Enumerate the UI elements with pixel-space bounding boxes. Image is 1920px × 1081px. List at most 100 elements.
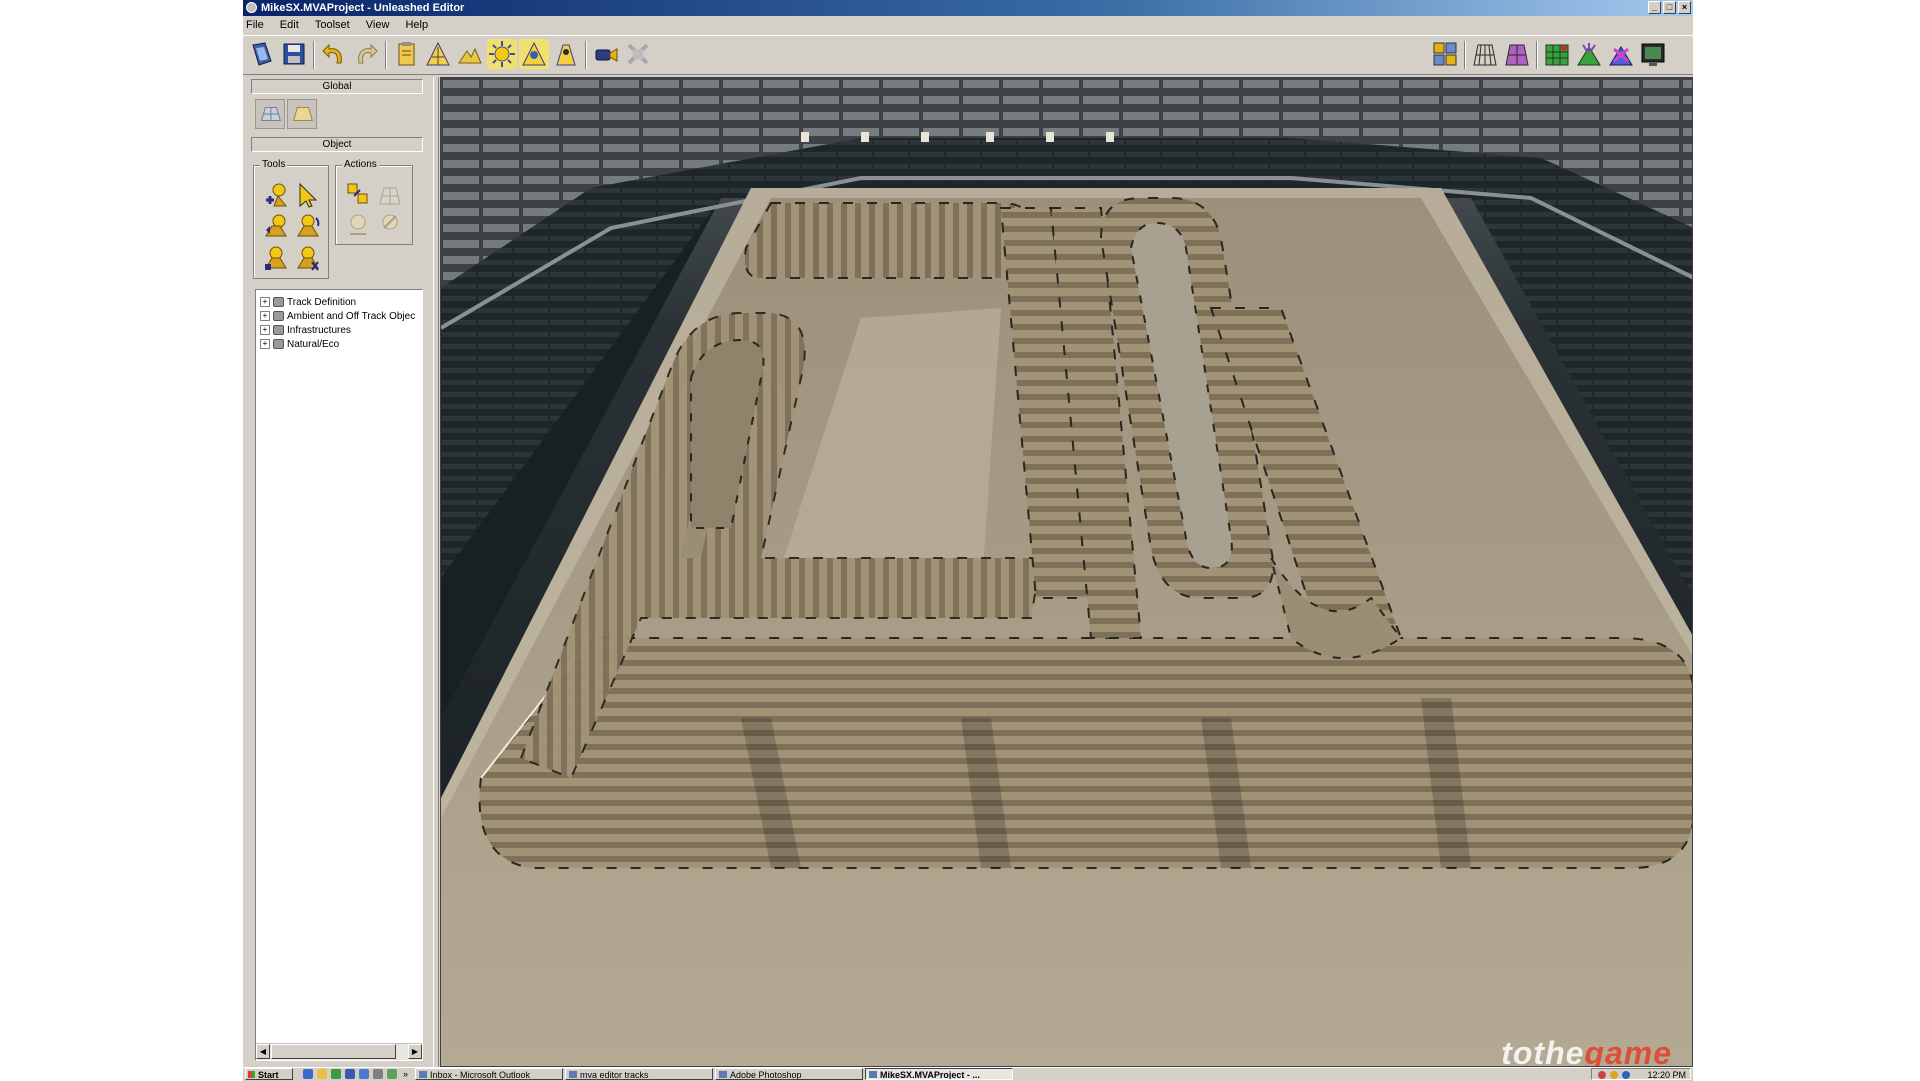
task-unleashed-editor[interactable]: MikeSX.MVAProject - ... [865, 1068, 1013, 1080]
rotate-object-icon [297, 214, 320, 237]
grid-layout-button[interactable] [1430, 39, 1460, 69]
group-icon [350, 214, 366, 235]
app-icon[interactable] [246, 2, 257, 13]
actions-group-label: Actions [342, 159, 379, 170]
object-mode-button[interactable] [519, 39, 549, 69]
clock[interactable]: 12:20 PM [1647, 1069, 1686, 1081]
move-object-tool[interactable] [262, 212, 290, 240]
save-button[interactable] [279, 39, 309, 69]
quicklaunch-overflow[interactable]: » [403, 1068, 408, 1080]
collision-view-button[interactable] [1542, 39, 1572, 69]
watermark-part1: tothe [1501, 1035, 1585, 1067]
tree-item-track-definition[interactable]: + Track Definition [260, 296, 356, 310]
menu-help[interactable]: Help [405, 19, 428, 31]
tree-item-ambient-objects[interactable]: + Ambient and Off Track Objec [260, 310, 415, 324]
expand-icon[interactable]: + [260, 325, 270, 336]
taskbar: Start » Inbox - Microsoft Outlook mva ed… [243, 1067, 1693, 1081]
textured-view-icon [1505, 44, 1529, 66]
expand-icon[interactable]: + [260, 339, 270, 350]
global-grid-button[interactable] [255, 99, 285, 129]
menu-toolset[interactable]: Toolset [315, 19, 350, 31]
excel-quicklaunch-icon[interactable] [331, 1069, 341, 1079]
tree-item-infrastructures[interactable]: + Infrastructures [260, 324, 351, 338]
group-action[interactable] [344, 210, 372, 238]
clipboard-button[interactable] [391, 39, 421, 69]
disabled-tool-button[interactable] [623, 39, 653, 69]
collision-icon [1545, 44, 1569, 66]
global-section-header[interactable]: Global [251, 79, 423, 94]
textured-view-button[interactable] [1502, 39, 1532, 69]
media-quicklaunch-icon[interactable] [373, 1069, 383, 1079]
tools-group: Tools [253, 159, 329, 279]
maximize-button[interactable]: □ [1663, 1, 1676, 14]
grid-layout-icon [1433, 42, 1457, 66]
object-section-header[interactable]: Object [251, 137, 423, 152]
effects-view-button[interactable] [1606, 39, 1636, 69]
panel-splitter[interactable] [433, 77, 439, 1067]
snap-grid-icon [379, 187, 401, 205]
object-tree: + Track Definition + Ambient and Off Track… [255, 289, 423, 1061]
task-outlook[interactable]: Inbox - Microsoft Outlook [415, 1068, 563, 1080]
tray-icon[interactable] [1610, 1071, 1618, 1079]
redo-button[interactable] [351, 39, 381, 69]
save-icon [283, 43, 305, 65]
system-tray: 12:20 PM [1591, 1068, 1691, 1080]
desktop-quicklaunch-icon[interactable] [387, 1069, 397, 1079]
wireframe-button[interactable] [1470, 39, 1500, 69]
menu-file[interactable]: File [246, 19, 264, 31]
terrain-button[interactable] [455, 39, 485, 69]
3d-viewport[interactable]: tothegame [440, 77, 1693, 1067]
add-object-tool[interactable] [262, 180, 290, 208]
scale-object-icon [265, 246, 287, 270]
rotate-object-tool[interactable] [294, 212, 322, 240]
select-tool[interactable] [294, 180, 322, 208]
title-bar[interactable]: MikeSX.MVAProject - Unleashed Editor _ □… [243, 0, 1693, 16]
actions-group: Actions [335, 159, 413, 245]
expand-icon[interactable]: + [260, 311, 270, 322]
rider-button[interactable] [551, 39, 581, 69]
minimize-button[interactable]: _ [1648, 1, 1661, 14]
ungroup-action[interactable] [376, 210, 404, 238]
undo-button[interactable] [319, 39, 349, 69]
task-explorer[interactable]: mva editor tracks [565, 1068, 713, 1080]
watermark-part2: game [1584, 1035, 1672, 1067]
full-view-button[interactable] [1638, 39, 1668, 69]
lighting-view-button[interactable] [1574, 39, 1604, 69]
task-photoshop[interactable]: Adobe Photoshop [715, 1068, 863, 1080]
tree-item-natural-eco[interactable]: + Natural/Eco [260, 338, 339, 352]
word-quicklaunch-icon[interactable] [345, 1069, 355, 1079]
tray-icon[interactable] [1598, 1071, 1606, 1079]
sun-icon [489, 41, 515, 67]
track-view-button[interactable] [423, 39, 453, 69]
scroll-thumb[interactable] [271, 1044, 396, 1059]
menu-view[interactable]: View [366, 19, 390, 31]
new-project-button[interactable] [247, 39, 277, 69]
scroll-left-arrow[interactable]: ◀ [256, 1044, 270, 1059]
grid-plane-icon [260, 107, 281, 121]
global-terrain-button[interactable] [287, 99, 317, 129]
outlook-quicklaunch-icon[interactable] [359, 1069, 369, 1079]
camera-button[interactable] [591, 39, 621, 69]
folder-icon [273, 339, 284, 350]
monitor-icon [1641, 43, 1665, 66]
close-button[interactable]: × [1678, 1, 1691, 14]
tree-horizontal-scrollbar[interactable]: ◀ ▶ [256, 1043, 422, 1060]
snap-action[interactable] [376, 180, 404, 208]
menu-edit[interactable]: Edit [280, 19, 299, 31]
tray-icon[interactable] [1622, 1071, 1630, 1079]
toolbar-separator [585, 41, 587, 69]
lighting-button[interactable] [487, 39, 517, 69]
menu-bar: File Edit Toolset View Help [243, 16, 1693, 34]
arena-render [441, 78, 1692, 1066]
expand-icon[interactable]: + [260, 297, 270, 308]
align-action[interactable] [344, 180, 372, 208]
watermark: tothegame [1501, 1035, 1672, 1067]
folder-quicklaunch-icon[interactable] [317, 1069, 327, 1079]
scale-object-tool[interactable] [262, 244, 290, 272]
start-button[interactable]: Start [245, 1068, 293, 1080]
tree-item-label: Infrastructures [287, 325, 351, 336]
delete-object-tool[interactable] [294, 244, 322, 272]
application-window: MikeSX.MVAProject - Unleashed Editor _ □… [243, 0, 1693, 1081]
scroll-right-arrow[interactable]: ▶ [408, 1044, 422, 1059]
ie-quicklaunch-icon[interactable] [303, 1069, 313, 1079]
